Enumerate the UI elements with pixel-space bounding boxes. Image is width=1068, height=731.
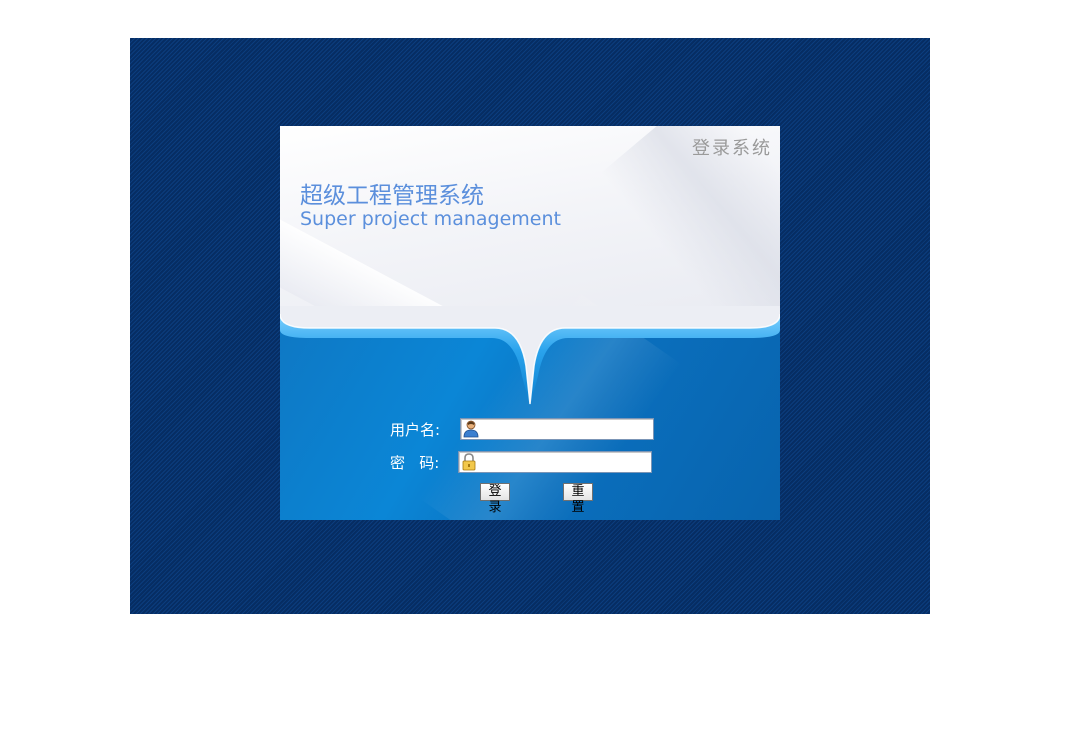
password-label: 密 码: bbox=[390, 453, 440, 472]
login-system-label: 登录系统 bbox=[692, 138, 772, 159]
username-field-box bbox=[460, 418, 654, 440]
username-input[interactable] bbox=[479, 419, 653, 439]
password-input[interactable] bbox=[477, 452, 651, 472]
password-field-box bbox=[458, 451, 652, 473]
login-background: 登录系统 超级工程管理系统 Super project management 用… bbox=[130, 38, 930, 614]
system-title-english: Super project management bbox=[300, 208, 561, 230]
login-button[interactable]: 登录 bbox=[480, 483, 510, 515]
password-row: 密 码: bbox=[390, 451, 652, 473]
user-icon bbox=[463, 420, 479, 438]
wave-divider bbox=[280, 306, 780, 406]
username-row: 用户名: bbox=[390, 418, 654, 440]
login-panel: 登录系统 超级工程管理系统 Super project management 用… bbox=[280, 126, 780, 520]
system-title-chinese: 超级工程管理系统 bbox=[300, 183, 484, 209]
lock-icon bbox=[462, 453, 476, 471]
reset-button[interactable]: 重置 bbox=[563, 483, 593, 515]
username-label: 用户名: bbox=[390, 420, 441, 439]
